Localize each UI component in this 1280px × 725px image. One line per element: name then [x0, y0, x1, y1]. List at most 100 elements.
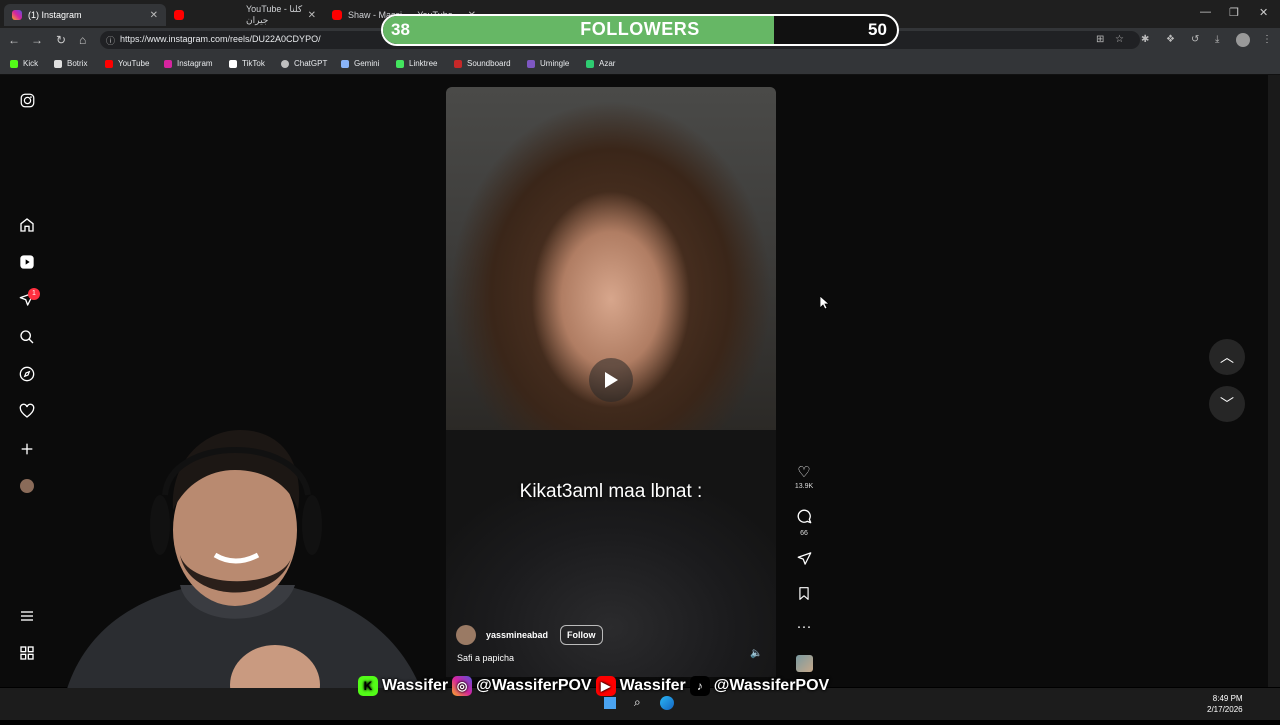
favorite-star-icon[interactable]: ☆: [1115, 34, 1124, 45]
share-button[interactable]: [790, 551, 818, 570]
bookmark-instagram[interactable]: Instagram: [164, 59, 213, 68]
bookmark-umingle[interactable]: Umingle: [527, 59, 569, 68]
gemini-icon: [341, 59, 349, 68]
youtube-icon: [174, 10, 184, 20]
save-button[interactable]: [790, 586, 818, 605]
kick-icon: K: [358, 676, 378, 696]
streamer-webcam: [30, 415, 450, 725]
site-info-icon[interactable]: ⓘ: [106, 34, 115, 47]
tab-instagram[interactable]: (1) Instagram ✕: [4, 4, 166, 26]
instagram-icon: [12, 10, 22, 20]
messages-badge: 1: [28, 288, 40, 300]
next-reel-button[interactable]: ﹀: [1209, 386, 1245, 422]
followers-goal: 50: [868, 20, 887, 39]
reel-description[interactable]: Safi a papicha: [457, 653, 514, 663]
history-icon[interactable]: ↺: [1191, 34, 1199, 45]
scrollbar[interactable]: [1268, 75, 1280, 687]
bookmark-label: Umingle: [540, 59, 570, 68]
follow-button[interactable]: Follow: [560, 625, 603, 645]
home-icon[interactable]: [18, 216, 36, 234]
bookmark-azar[interactable]: Azar: [586, 59, 615, 68]
bookmark-gemini[interactable]: Gemini: [341, 59, 379, 68]
tiktok-icon: ♪: [689, 676, 710, 696]
forward-icon[interactable]: →: [31, 33, 43, 47]
collections-icon[interactable]: ❖: [1166, 34, 1175, 45]
instagram-logo-icon[interactable]: [18, 91, 36, 109]
taskbar-clock[interactable]: 8:49 PM 2/17/2026: [1207, 693, 1243, 715]
bookmark-label: TikTok: [242, 59, 265, 68]
restore-icon[interactable]: ❐: [1229, 6, 1239, 19]
reel-caption-overlay: Kikat3aml maa lbnat :: [519, 481, 703, 502]
bookmark-youtube[interactable]: YouTube: [105, 59, 149, 68]
bookmark-label: ChatGPT: [294, 59, 328, 68]
social-handle: Wassifer: [619, 677, 686, 694]
bookmark-label: Azar: [599, 59, 616, 68]
comment-count: 66: [800, 530, 808, 537]
play-icon: [605, 372, 618, 388]
previous-reel-button[interactable]: ︿: [1209, 339, 1245, 375]
close-icon[interactable]: ✕: [150, 10, 158, 21]
instagram-icon: ◎: [452, 676, 473, 696]
url-text[interactable]: https://www.instagram.com/reels/DU22A0CD…: [120, 34, 321, 44]
soundboard-icon: [454, 59, 462, 68]
close-icon[interactable]: ✕: [308, 10, 316, 21]
edge-browser-icon[interactable]: [660, 696, 674, 710]
reload-icon[interactable]: ↻: [56, 33, 66, 47]
audio-thumbnail[interactable]: [796, 655, 813, 672]
clock-date: 2/17/2026: [1207, 705, 1243, 714]
followers-label: FOLLOWERS: [580, 19, 700, 39]
download-icon[interactable]: ⤓: [1215, 34, 1219, 45]
youtube-icon: [332, 10, 342, 20]
comment-button[interactable]: 66: [790, 508, 818, 537]
instagram-icon: [164, 59, 172, 68]
back-icon[interactable]: ←: [8, 33, 20, 47]
author-username[interactable]: yassmineabad: [486, 630, 548, 640]
windows-start-icon[interactable]: [604, 697, 616, 709]
search-icon[interactable]: [18, 328, 36, 346]
more-options-button[interactable]: ···: [790, 619, 818, 635]
comment-icon: [790, 508, 818, 528]
clock-time: 8:49 PM: [1212, 694, 1243, 703]
social-handle: @WassiferPOV: [713, 677, 830, 694]
tab-youtube-1[interactable]: YouTube - كلنا جيران ✕: [166, 4, 324, 26]
bookmark-label: Kick: [23, 59, 39, 68]
bookmark-botrix[interactable]: Botrix: [54, 59, 87, 68]
social-handles-bar: K Wassifer ◎ @WassiferPOV ▶ Wassifer ♪ @…: [354, 676, 829, 696]
extensions-icon[interactable]: ✱: [1141, 34, 1149, 45]
minimize-icon[interactable]: —: [1200, 6, 1211, 18]
tiktok-icon: [229, 59, 237, 68]
bookmark-icon: [790, 586, 818, 605]
play-button[interactable]: [589, 358, 633, 402]
chatgpt-icon: [281, 59, 289, 68]
chevron-down-icon: ﹀: [1220, 396, 1234, 412]
like-button[interactable]: ♡ 13.9K: [790, 464, 818, 491]
youtube-icon: ▶: [595, 676, 616, 696]
bookmark-label: Soundboard: [467, 59, 511, 68]
mouse-cursor-icon: [819, 295, 831, 315]
heart-icon: ♡: [797, 464, 811, 481]
more-menu-icon[interactable]: ⋮: [1262, 34, 1272, 45]
home-browser-icon[interactable]: ⌂: [79, 33, 86, 47]
botrix-icon: [54, 59, 62, 68]
kick-icon: [10, 59, 18, 68]
social-handle: @WassiferPOV: [476, 677, 592, 694]
bookmark-kick[interactable]: Kick: [10, 59, 38, 68]
bookmark-soundboard[interactable]: Soundboard: [454, 59, 511, 68]
umingle-icon: [527, 59, 535, 68]
social-handle: Wassifer: [382, 677, 449, 694]
apps-icon[interactable]: ⊞: [1096, 34, 1104, 45]
bookmark-label: Linktree: [409, 59, 438, 68]
mute-icon[interactable]: 🔈: [750, 648, 762, 659]
reels-icon[interactable]: [18, 253, 36, 271]
bookmark-tiktok[interactable]: TikTok: [229, 59, 265, 68]
bookmark-label: Instagram: [177, 59, 213, 68]
close-window-icon[interactable]: ✕: [1259, 6, 1268, 19]
author-avatar[interactable]: [456, 625, 476, 645]
bookmark-chatgpt[interactable]: ChatGPT: [281, 59, 327, 68]
bookmark-linktree[interactable]: Linktree: [396, 59, 437, 68]
browser-profile-avatar[interactable]: [1236, 33, 1250, 47]
share-icon: [790, 551, 818, 570]
explore-icon[interactable]: [18, 365, 36, 383]
linktree-icon: [396, 59, 404, 68]
taskbar-search-icon[interactable]: ⌕: [634, 695, 641, 710]
